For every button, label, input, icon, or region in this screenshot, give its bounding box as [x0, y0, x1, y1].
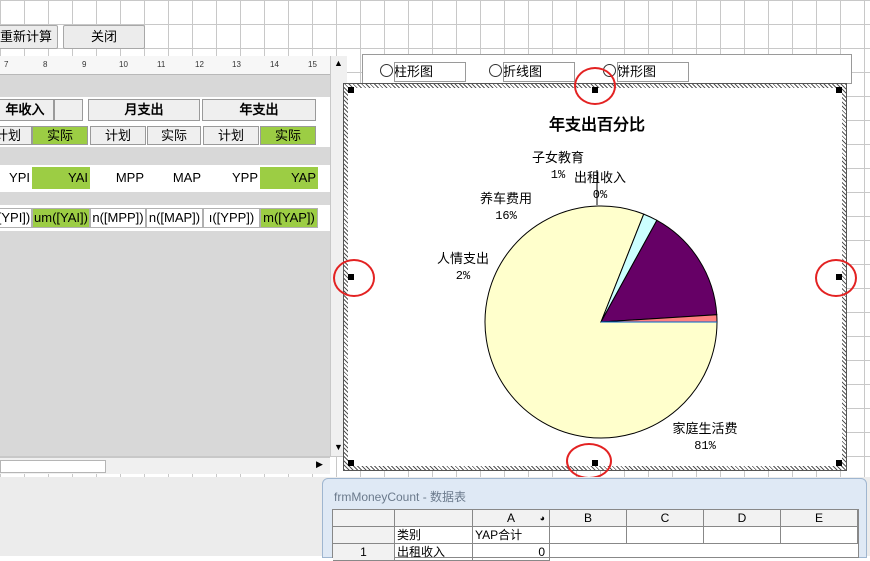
slice-label: 子女教育: [532, 150, 584, 165]
slice-percent-label: 81%: [694, 439, 716, 453]
slice-percent-label: 2%: [456, 269, 471, 283]
column-header-label: A: [506, 511, 515, 525]
resize-handle[interactable]: [836, 87, 842, 93]
resize-handle[interactable]: [836, 460, 842, 466]
column-header-b[interactable]: B: [550, 510, 627, 527]
chart-series-icon: ◕: [539, 513, 545, 523]
data-cell[interactable]: [627, 527, 704, 544]
pie-chart: 年支出百分比 家庭生活费 81% 人情支出 2% 养车费用 16% 子女教育 1% 出租收入 0%: [437, 115, 738, 453]
corner-cell[interactable]: [395, 510, 473, 527]
slice-percent-label: 16%: [495, 209, 517, 223]
column-header-e[interactable]: E: [781, 510, 858, 527]
slice-label: 养车费用: [480, 191, 532, 206]
data-cell[interactable]: [550, 527, 627, 544]
annotation-circle: [574, 67, 616, 105]
column-header-d[interactable]: D: [704, 510, 781, 527]
row-number[interactable]: 1: [333, 544, 395, 561]
data-cell[interactable]: [704, 527, 781, 544]
corner-cell[interactable]: [333, 510, 395, 527]
slice-percent-label: 0%: [593, 188, 608, 202]
row-label-cell[interactable]: 类别: [395, 527, 473, 544]
resize-handle[interactable]: [348, 87, 354, 93]
slice-label: 家庭生活费: [672, 421, 737, 436]
datasheet-grid[interactable]: A ◕ B C D E 类别 YAP合计 1 出租收入 0: [332, 509, 859, 561]
slice-label: 人情支出: [437, 251, 489, 266]
annotation-circle: [333, 259, 375, 297]
column-header-c[interactable]: C: [627, 510, 704, 527]
datasheet-title: frmMoneyCount - 数据表: [334, 490, 467, 504]
resize-handle[interactable]: [348, 460, 354, 466]
row-header[interactable]: [333, 527, 395, 544]
value-cell[interactable]: 0: [473, 544, 550, 561]
chart-title: 年支出百分比: [549, 115, 645, 134]
category-cell[interactable]: 出租收入: [395, 544, 473, 561]
slice-label: 出租收入: [574, 170, 626, 185]
data-cell[interactable]: [781, 527, 858, 544]
column-header-a[interactable]: A ◕: [473, 510, 550, 527]
series-name-cell[interactable]: YAP合计: [473, 527, 550, 544]
slice-percent-label: 1%: [551, 168, 566, 182]
annotation-circle: [815, 259, 857, 297]
annotation-circle: [566, 443, 612, 479]
